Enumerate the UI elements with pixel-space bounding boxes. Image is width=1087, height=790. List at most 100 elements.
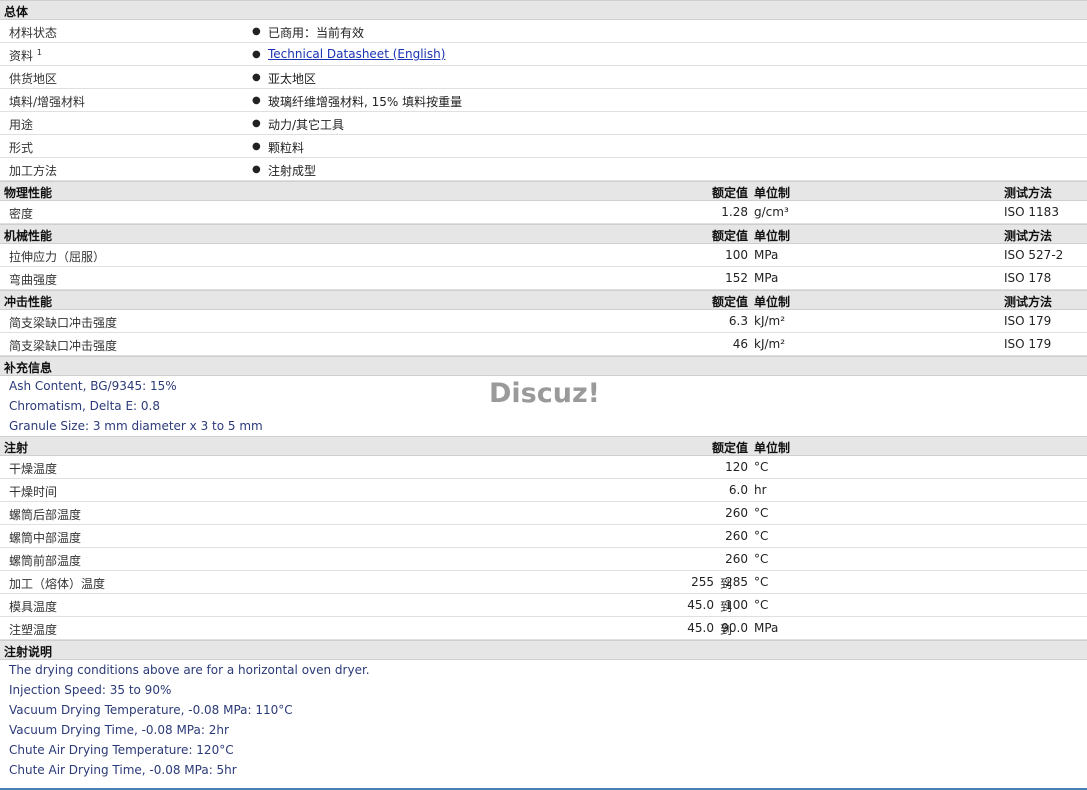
section-title: 注射说明 <box>4 645 53 659</box>
nominal-value: 260 <box>725 506 748 520</box>
row-value: 颗粒料 <box>268 141 305 155</box>
nominal-value: 260 <box>725 552 748 566</box>
injection-row: 螺筒前部温度 260 °C <box>0 548 1087 571</box>
row-label: 形式 <box>9 141 34 155</box>
injection-row: 模具温度 45.0 到 100 °C <box>0 594 1087 617</box>
nominal-value: 1.28 <box>721 205 748 219</box>
row-label: 弯曲强度 <box>9 273 58 287</box>
unit-value: °C <box>754 552 769 566</box>
property-row: 简支梁缺口冲击强度 46 kJ/m² ISO 179 <box>0 333 1087 356</box>
note-line: Chute Air Drying Temperature: 120°C <box>9 743 234 757</box>
test-method: ISO 179 <box>1004 314 1052 328</box>
injection-row: 加工（熔体）温度 255 到 285 °C <box>0 571 1087 594</box>
bullet-icon: ● <box>252 72 261 83</box>
section-supplementary-header: 补充信息 <box>0 356 1087 376</box>
nominal-value: 6.3 <box>728 314 748 328</box>
injection-row: 螺筒中部温度 260 °C <box>0 525 1087 548</box>
range-low-value: 255 <box>691 575 714 589</box>
column-header-nominal: 额定值 <box>711 295 748 309</box>
row-label: 拉伸应力（屈服） <box>9 250 106 264</box>
datasheet-page: 总体 材料状态 ● 已商用：当前有效 资料 1 ● Technical Data… <box>0 0 1087 790</box>
row-label: 简支梁缺口冲击强度 <box>9 316 118 330</box>
unit-value: °C <box>754 575 769 589</box>
column-header-test-method: 测试方法 <box>1004 186 1053 200</box>
section-mechanical-header: 机械性能 额定值 单位制 测试方法 <box>0 224 1087 244</box>
note-line: Granule Size: 3 mm diameter x 3 to 5 mm <box>9 419 263 433</box>
bullet-icon: ● <box>252 95 261 106</box>
unit-value: °C <box>754 506 769 520</box>
nominal-value: 100 <box>725 248 748 262</box>
general-row-status: 材料状态 ● 已商用：当前有效 <box>0 20 1087 43</box>
section-title: 总体 <box>4 5 29 19</box>
row-label: 加工方法 <box>9 164 58 178</box>
row-label: 加工（熔体）温度 <box>9 577 106 591</box>
injection-row: 注塑温度 45.0 到 90.0 MPa <box>0 617 1087 640</box>
row-label: 材料状态 <box>9 26 58 40</box>
bullet-icon: ● <box>252 141 261 152</box>
section-impact-header: 冲击性能 额定值 单位制 测试方法 <box>0 290 1087 310</box>
section-title: 物理性能 <box>4 186 53 200</box>
general-row-processing: 加工方法 ● 注射成型 <box>0 158 1087 181</box>
row-label: 干燥时间 <box>9 485 58 499</box>
unit-value: kJ/m² <box>754 314 786 328</box>
section-title: 机械性能 <box>4 229 53 243</box>
unit-value: °C <box>754 529 769 543</box>
column-header-unit: 单位制 <box>754 295 791 309</box>
test-method: ISO 178 <box>1004 271 1052 285</box>
general-row-uses: 用途 ● 动力/其它工具 <box>0 112 1087 135</box>
datasheet-link-wrapper: Technical Datasheet (English) <box>268 47 445 61</box>
row-value: 亚太地区 <box>268 72 317 86</box>
unit-value: °C <box>754 598 769 612</box>
property-row: 密度 1.28 g/cm³ ISO 1183 <box>0 201 1087 224</box>
property-row: 弯曲强度 152 MPa ISO 178 <box>0 267 1087 290</box>
nominal-value: 6.0 <box>728 483 748 497</box>
bullet-icon: ● <box>252 49 261 60</box>
column-header-unit: 单位制 <box>754 441 791 455</box>
column-header-nominal: 额定值 <box>711 441 748 455</box>
column-header-unit: 单位制 <box>754 229 791 243</box>
row-value: 动力/其它工具 <box>268 118 345 132</box>
section-injection-header: 注射 额定值 单位制 <box>0 436 1087 456</box>
column-header-test-method: 测试方法 <box>1004 229 1053 243</box>
row-label: 螺筒后部温度 <box>9 508 82 522</box>
section-title: 补充信息 <box>4 361 53 375</box>
section-physical-header: 物理性能 额定值 单位制 测试方法 <box>0 181 1087 201</box>
discuz-watermark: Discuz! <box>489 378 600 409</box>
row-label: 干燥温度 <box>9 462 58 476</box>
unit-value: kJ/m² <box>754 337 786 351</box>
property-row: 简支梁缺口冲击强度 6.3 kJ/m² ISO 179 <box>0 310 1087 333</box>
property-row: 拉伸应力（屈服） 100 MPa ISO 527-2 <box>0 244 1087 267</box>
column-header-unit: 单位制 <box>754 186 791 200</box>
note-line: The drying conditions above are for a ho… <box>9 663 370 677</box>
unit-value: g/cm³ <box>754 205 789 219</box>
row-label: 螺筒前部温度 <box>9 554 82 568</box>
nominal-value: 260 <box>725 529 748 543</box>
range-low-value: 45.0 <box>687 621 714 635</box>
unit-value: °C <box>754 460 769 474</box>
general-row-availability: 供货地区 ● 亚太地区 <box>0 66 1087 89</box>
unit-value: hr <box>754 483 767 497</box>
section-general-header: 总体 <box>0 0 1087 20</box>
note-line: Vacuum Drying Time, -0.08 MPa: 2hr <box>9 723 229 737</box>
section-injection-notes-header: 注射说明 <box>0 640 1087 660</box>
general-row-literature: 资料 1 ● Technical Datasheet (English) <box>0 43 1087 66</box>
nominal-value: 46 <box>732 337 748 351</box>
range-low-value: 45.0 <box>687 598 714 612</box>
bullet-icon: ● <box>252 164 261 175</box>
row-label: 资料 1 <box>9 48 42 63</box>
technical-datasheet-link[interactable]: Technical Datasheet (English) <box>268 47 445 61</box>
injection-row: 干燥温度 120 °C <box>0 456 1087 479</box>
injection-row: 螺筒后部温度 260 °C <box>0 502 1087 525</box>
range-high-value: 90.0 <box>721 621 748 635</box>
row-label: 用途 <box>9 118 34 132</box>
range-high-value: 285 <box>725 575 748 589</box>
row-label: 螺筒中部温度 <box>9 531 82 545</box>
unit-value: MPa <box>754 248 779 262</box>
bullet-icon: ● <box>252 26 261 37</box>
column-header-test-method: 测试方法 <box>1004 295 1053 309</box>
row-label: 模具温度 <box>9 600 58 614</box>
row-value: 注射成型 <box>268 164 317 178</box>
general-row-filler: 填料/增强材料 ● 玻璃纤维增强材料, 15% 填料按重量 <box>0 89 1087 112</box>
row-label: 供货地区 <box>9 72 58 86</box>
range-high-value: 100 <box>725 598 748 612</box>
